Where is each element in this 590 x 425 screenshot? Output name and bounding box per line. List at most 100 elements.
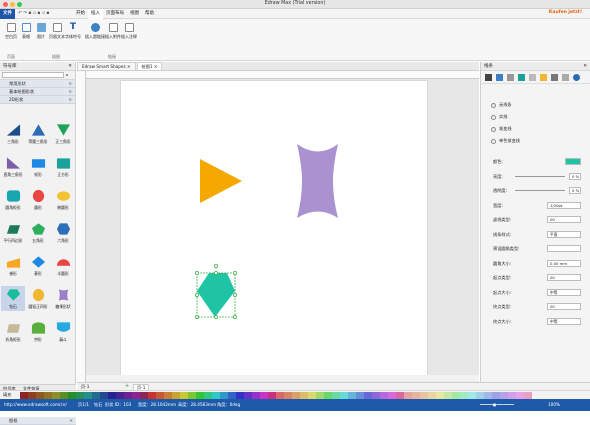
library-shape-semicircle[interactable]: 半圆形 — [51, 253, 75, 278]
color-swatch[interactable] — [428, 392, 436, 399]
color-swatch[interactable] — [260, 392, 268, 399]
style-icon[interactable] — [518, 74, 525, 81]
color-swatch[interactable] — [276, 392, 284, 399]
color-swatch[interactable] — [132, 392, 140, 399]
color-swatch[interactable] — [140, 392, 148, 399]
color-swatch[interactable] — [516, 392, 524, 399]
library-shape-rect[interactable]: 矩形 — [26, 154, 50, 179]
color-swatch[interactable] — [524, 392, 532, 399]
color-swatch[interactable] — [124, 392, 132, 399]
library-shape-trapezoid[interactable]: 梯形 — [1, 253, 25, 278]
tab-view[interactable]: 视图 — [127, 9, 142, 19]
tab-smart-shapes[interactable]: Edraw Smart Shapes ✕ — [77, 62, 136, 70]
tab-help[interactable]: 帮助 — [142, 9, 157, 19]
color-swatch[interactable] — [300, 392, 308, 399]
insert-hyperlink-button[interactable]: 插入超链接 — [85, 23, 105, 40]
color-swatch[interactable] — [116, 392, 124, 399]
picture-button[interactable]: 图片 — [33, 23, 49, 40]
color-swatch[interactable] — [468, 392, 476, 399]
color-swatch[interactable] — [228, 392, 236, 399]
prop-control[interactable]: 0.00 mm — [547, 259, 581, 267]
help-icon[interactable] — [573, 74, 580, 81]
prop-control[interactable]: 00 — [547, 274, 581, 281]
color-swatch[interactable] — [364, 392, 372, 399]
prop-control[interactable]: 0 % — [569, 172, 581, 180]
library-shape-ellipse[interactable]: 椭圆形 — [51, 187, 75, 212]
tab-page-layout[interactable]: 页面布局 — [103, 9, 127, 19]
color-swatch[interactable] — [420, 392, 428, 399]
color-swatch[interactable] — [244, 392, 252, 399]
hyperlink-icon[interactable] — [562, 74, 569, 81]
color-swatch[interactable] — [460, 392, 468, 399]
color-swatch[interactable] — [92, 392, 100, 399]
color-swatch[interactable] — [268, 392, 276, 399]
library-shape-gem[interactable]: 钻石 — [1, 286, 25, 311]
color-swatch[interactable] — [164, 392, 172, 399]
color-swatch[interactable] — [380, 392, 388, 399]
prop-control[interactable]: 00 — [547, 216, 581, 223]
insert-note-button[interactable]: 插入注释 — [121, 23, 137, 40]
table-button[interactable]: 表格 — [18, 23, 34, 40]
tab-home[interactable]: 开始 — [73, 9, 88, 19]
color-swatch[interactable] — [148, 392, 156, 399]
library-shape-foldrect[interactable]: 折角矩形 — [1, 319, 25, 344]
header-text-button[interactable]: 页眉文本 — [49, 23, 65, 40]
close-icon[interactable]: ✕ — [583, 62, 587, 71]
color-swatch[interactable] — [108, 392, 116, 399]
color-swatch[interactable] — [36, 392, 44, 399]
color-swatch[interactable] — [484, 392, 492, 399]
prop-control[interactable] — [565, 158, 581, 165]
prop-control[interactable]: 0 % — [569, 187, 581, 194]
color-swatch[interactable] — [332, 392, 340, 399]
color-swatch[interactable] — [436, 392, 444, 399]
radio-gradient-line[interactable]: 渐变线 — [491, 126, 512, 132]
font-symbol-button[interactable]: T 字体符号 — [65, 23, 81, 40]
color-swatch[interactable] — [60, 392, 68, 399]
color-swatch[interactable] — [508, 392, 516, 399]
drawing-page[interactable] — [120, 80, 428, 380]
color-swatch[interactable] — [292, 392, 300, 399]
layer-icon[interactable] — [540, 74, 547, 81]
prop-control[interactable]: 平直 — [547, 230, 581, 238]
color-swatch[interactable] — [340, 392, 348, 399]
library-shape-shield[interactable]: 漏斗 — [51, 319, 75, 344]
radio-mono-gradient-line[interactable]: 单色渐变线 — [491, 138, 520, 144]
color-swatch[interactable] — [452, 392, 460, 399]
color-swatch[interactable] — [100, 392, 108, 399]
fill-icon[interactable] — [485, 74, 492, 81]
blank-page-button[interactable]: 空白页 — [3, 23, 19, 40]
category-frame[interactable]: 图框 ✕ — [0, 417, 76, 425]
prop-control[interactable]: 00 — [547, 303, 581, 310]
search-icon[interactable]: ⌕ — [66, 73, 69, 79]
color-swatch[interactable] — [44, 392, 52, 399]
category-basic-drawing[interactable]: 基本绘图形状 ✕ — [0, 88, 75, 96]
tab-drawing1[interactable]: 绘图1 ✕ — [136, 62, 163, 70]
library-shape-hexagon[interactable]: 六角形 — [51, 220, 75, 245]
prop-control[interactable]: 中等 — [547, 288, 581, 296]
color-swatch[interactable] — [324, 392, 332, 399]
library-shape-triangle[interactable]: 三角形 — [1, 121, 25, 146]
shadow-icon[interactable] — [507, 74, 514, 81]
color-swatch[interactable] — [348, 392, 356, 399]
color-swatch[interactable] — [404, 392, 412, 399]
color-swatch[interactable] — [284, 392, 292, 399]
color-swatch[interactable] — [252, 392, 260, 399]
color-swatch[interactable] — [52, 392, 60, 399]
library-shape-arch[interactable]: 拱形 — [26, 319, 50, 344]
color-swatch[interactable] — [388, 392, 396, 399]
tab-insert[interactable]: 插入 — [88, 8, 103, 19]
color-swatch[interactable] — [372, 392, 380, 399]
color-swatch[interactable] — [180, 392, 188, 399]
color-swatch[interactable] — [68, 392, 76, 399]
tab-file[interactable]: 文件 — [0, 8, 15, 19]
color-swatch[interactable] — [412, 392, 420, 399]
color-swatch[interactable] — [204, 392, 212, 399]
library-shape-candy[interactable]: 糖果形状 — [51, 286, 75, 311]
color-swatch[interactable] — [396, 392, 404, 399]
category-common-shapes[interactable]: 常用形状 ✕ — [0, 80, 75, 88]
library-shape-diamond[interactable]: 菱形 — [26, 253, 50, 278]
close-icon[interactable]: ✕ — [68, 62, 72, 71]
library-shape-octagonish[interactable]: 圆弧正四形 — [26, 286, 50, 311]
prop-control[interactable]: 中等 — [547, 317, 581, 325]
prop-control[interactable]: 1/20pt — [547, 201, 581, 209]
